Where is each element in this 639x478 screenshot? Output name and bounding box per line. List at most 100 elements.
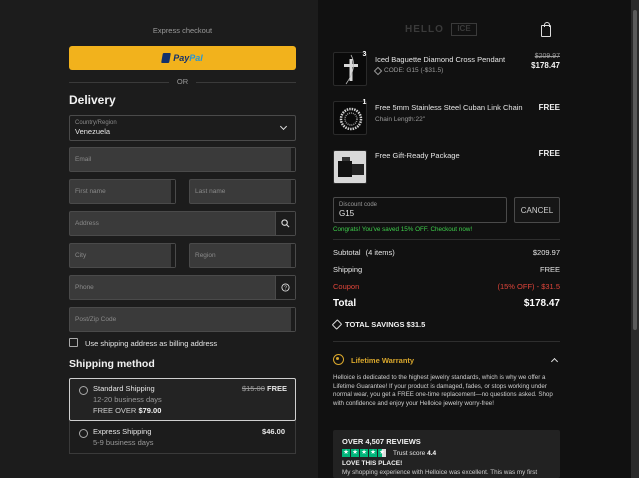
- brand-logo[interactable]: HELLO ICE: [405, 22, 477, 38]
- last-name-field[interactable]: Last name: [189, 179, 296, 204]
- total-label: Total: [333, 298, 357, 309]
- paypal-pal: Pal: [189, 53, 203, 63]
- star-icon: ★: [360, 449, 368, 457]
- first-name-field[interactable]: First name: [69, 179, 176, 204]
- region-field[interactable]: Region: [189, 243, 296, 268]
- total-row: Total $178.47: [333, 298, 560, 309]
- postal-placeholder: Post/Zip Code: [75, 316, 117, 323]
- free-over-amount: $79.00: [138, 406, 162, 415]
- free-over-note: FREE OVER $79.00: [93, 406, 161, 415]
- item-discount-code: CODE: G15 (-$31.5): [373, 66, 444, 75]
- warranty-text: Helloice is dedicated to the highest jew…: [333, 374, 553, 407]
- cancel-discount-button[interactable]: CANCEL: [514, 197, 560, 223]
- discount-code-value: G15: [339, 209, 355, 218]
- star-icon: ★: [342, 449, 350, 457]
- item-name: Iced Baguette Diamond Cross Pendant: [375, 55, 506, 64]
- item-price: $178.47: [531, 61, 560, 70]
- or-label: OR: [176, 77, 189, 86]
- email-field[interactable]: Email: [69, 147, 296, 172]
- trustpilot-rating: ★ ★ ★ ★ ★ Trust score 4.4: [342, 449, 551, 457]
- express-shipping-name: Express Shipping: [93, 427, 152, 436]
- reviews-card: OVER 4,507 REVIEWS ★ ★ ★ ★ ★ Trust score…: [333, 430, 560, 478]
- email-placeholder: Email: [75, 156, 92, 163]
- last-name-placeholder: Last name: [195, 188, 226, 195]
- item-quantity-badge: 3: [362, 51, 367, 58]
- or-divider: OR: [69, 77, 296, 87]
- paypal-icon: [161, 53, 172, 63]
- item-name: Free Gift-Ready Package: [375, 151, 460, 160]
- radio-express[interactable]: [79, 429, 88, 438]
- shipping-method-title: Shipping method: [69, 358, 155, 370]
- total-savings: TOTAL SAVINGS $31.5: [331, 319, 426, 330]
- tag-icon: [373, 66, 383, 75]
- page-scrollbar[interactable]: [631, 0, 639, 478]
- radio-standard[interactable]: [79, 386, 88, 395]
- trust-score: Trust score 4.4: [393, 450, 436, 457]
- postal-code-field[interactable]: Post/Zip Code: [69, 307, 296, 332]
- standard-shipping-name: Standard Shipping: [93, 384, 155, 393]
- region-placeholder: Region: [195, 252, 216, 259]
- item-price: FREE: [538, 149, 560, 158]
- billing-address-checkbox[interactable]: [69, 338, 78, 347]
- review-text: My shopping experience with Helloice was…: [342, 469, 538, 476]
- star-icon: ★: [378, 449, 386, 457]
- subtotal-label: Subtotal: [333, 248, 361, 257]
- discount-code-input[interactable]: Discount code G15: [333, 197, 507, 223]
- divider: [333, 239, 560, 240]
- help-icon[interactable]: ?: [275, 276, 295, 299]
- shopping-bag-icon[interactable]: [541, 22, 551, 37]
- shipping-option-standard[interactable]: Standard Shipping 12-20 business days FR…: [69, 378, 296, 421]
- standard-shipping-days: 12-20 business days: [93, 395, 162, 404]
- country-select[interactable]: Country/Region Venezuela: [69, 115, 296, 141]
- city-placeholder: City: [75, 252, 87, 259]
- coupon-value: (15% OFF) - $31.5: [497, 282, 560, 291]
- first-name-placeholder: First name: [75, 188, 106, 195]
- tag-icon: [331, 319, 343, 330]
- shipping-row: Shipping FREE: [333, 265, 560, 274]
- checkout-form-panel: Express checkout Pay Pal OR Delivery Coun…: [0, 0, 318, 478]
- standard-old-price: $15.00: [241, 384, 265, 393]
- svg-text:?: ?: [284, 286, 287, 292]
- subtotal-row: Subtotal (4 items) $209.97: [333, 248, 560, 257]
- gift-package-image: [333, 150, 367, 184]
- coupon-label: Coupon: [333, 282, 360, 291]
- scrollbar-thumb[interactable]: [633, 10, 637, 330]
- free-over-prefix: FREE OVER: [93, 406, 137, 415]
- express-checkout-label: Express checkout: [152, 26, 213, 35]
- subtotal-value: $209.97: [532, 248, 560, 257]
- search-icon[interactable]: [275, 212, 295, 235]
- divider: [333, 341, 560, 342]
- review-headline: LOVE THIS PLACE!: [342, 460, 403, 467]
- address-field[interactable]: Address: [69, 211, 296, 236]
- address-placeholder: Address: [75, 220, 99, 227]
- star-icon: ★: [369, 449, 377, 457]
- item-price: FREE: [538, 103, 560, 112]
- paypal-button[interactable]: Pay Pal: [69, 46, 296, 70]
- brand-name: HELLO: [405, 24, 444, 35]
- total-savings-text: TOTAL SAVINGS $31.5: [345, 320, 426, 329]
- shipping-option-express[interactable]: Express Shipping 5-9 business days $46.0…: [69, 421, 296, 454]
- item-variant: Chain Length:22": [375, 116, 426, 123]
- warranty-title[interactable]: Lifetime Warranty: [351, 356, 414, 365]
- express-shipping-days: 5-9 business days: [93, 438, 154, 447]
- item-discount-code-text: CODE: G15 (-$31.5): [384, 67, 444, 74]
- trust-score-label: Trust score: [393, 449, 426, 457]
- billing-address-label: Use shipping address as billing address: [85, 339, 218, 348]
- phone-placeholder: Phone: [75, 284, 94, 291]
- subtotal-items: (4 items): [365, 248, 395, 257]
- phone-field[interactable]: Phone ?: [69, 275, 296, 300]
- item-name: Free 5mm Stainless Steel Cuban Link Chai…: [375, 103, 523, 112]
- delivery-title: Delivery: [69, 93, 116, 107]
- standard-price: FREE: [266, 384, 287, 393]
- coupon-row: Coupon (15% OFF) - $31.5: [333, 282, 560, 291]
- express-shipping-price: $46.00: [262, 427, 285, 436]
- shipping-value: FREE: [539, 265, 560, 274]
- item-quantity-badge: 1: [362, 99, 367, 106]
- discount-success-message: Congrats! You've saved 15% OFF. Checkout…: [333, 226, 473, 233]
- country-label: Country/Region: [75, 120, 117, 126]
- paypal-pay: Pay: [173, 53, 190, 63]
- trust-score-value: 4.4: [427, 449, 437, 457]
- shipping-label: Shipping: [333, 265, 363, 274]
- item-old-price: $209.97: [534, 53, 560, 60]
- city-field[interactable]: City: [69, 243, 176, 268]
